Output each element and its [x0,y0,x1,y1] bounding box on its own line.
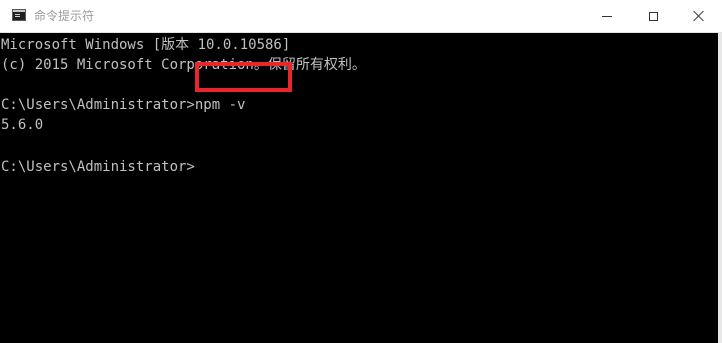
console-line-version: Microsoft Windows [版本 10.0.10586] [1,37,291,53]
minimize-button[interactable] [584,0,630,32]
close-icon [693,10,705,22]
cmd-window: 命令提示符 Microsoft Windows [版本 10.0.10586] … [0,0,722,343]
maximize-button[interactable] [630,0,676,32]
cmd-icon[interactable] [12,9,26,21]
window-title: 命令提示符 [34,9,95,23]
close-button[interactable] [676,0,722,32]
minimize-icon [602,15,612,17]
console-line-output: 5.6.0 [1,117,44,133]
window-right-edge [718,33,722,343]
console-prompt[interactable]: C:\Users\Administrator> [1,157,195,177]
title-bar[interactable]: 命令提示符 [0,0,722,33]
console-line-copyright: (c) 2015 Microsoft Corporation。保留所有权利。 [1,57,366,73]
command-highlight-box [195,62,292,92]
console-output[interactable]: Microsoft Windows [版本 10.0.10586] (c) 20… [0,33,722,343]
console-line-command: C:\Users\Administrator>npm -v [1,97,246,113]
maximize-icon [648,11,658,21]
